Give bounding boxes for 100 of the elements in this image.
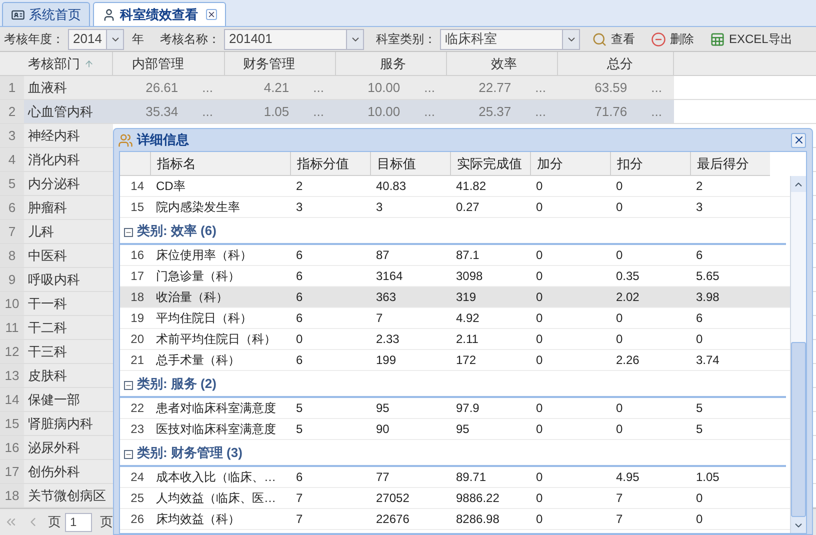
table-cell-text: 6 xyxy=(295,247,304,264)
column-header[interactable]: 指标名 xyxy=(150,152,290,175)
toolbar-button[interactable]: 查看 xyxy=(588,30,639,48)
scroll-thumb[interactable] xyxy=(791,342,806,517)
row-number: 12 xyxy=(0,340,24,363)
column-header[interactable]: 效率 xyxy=(447,52,558,75)
row-number: 6 xyxy=(0,196,24,219)
department-cell[interactable]: 皮肤科 xyxy=(24,364,113,387)
table-cell-text: 0 xyxy=(535,247,544,264)
department-cell[interactable]: 儿科 xyxy=(24,220,113,243)
department-cell[interactable]: 呼吸内科 xyxy=(24,268,113,291)
close-icon xyxy=(792,134,804,146)
table-cell-text: 2.11 xyxy=(455,331,480,348)
column-header[interactable]: 目标值 xyxy=(370,152,450,175)
column-header[interactable]: 财务管理 xyxy=(225,52,336,75)
person-icon xyxy=(102,8,116,22)
column-header[interactable]: 加分 xyxy=(530,152,610,175)
table-cell-text: 院内感染发生率 xyxy=(155,199,241,216)
row-number: 10 xyxy=(0,292,24,315)
users-icon xyxy=(118,132,133,148)
category-select[interactable]: 临床科室 xyxy=(440,28,580,50)
column-header[interactable]: 最后得分 xyxy=(690,152,770,175)
table-cell-text: 3 xyxy=(295,199,304,216)
department-cell[interactable]: 关节微创病区 xyxy=(24,484,113,507)
department-cell[interactable]: 泌尿外科 xyxy=(24,436,113,459)
scrollbar[interactable] xyxy=(790,176,806,533)
department-cell[interactable]: 消化内科 xyxy=(24,148,113,171)
table-cell-text: 87.1 xyxy=(455,247,480,264)
table-cell-text: 10.00 xyxy=(368,102,400,121)
department-cell[interactable]: 肿瘤科 xyxy=(24,196,113,219)
column-header[interactable]: 服务 xyxy=(336,52,447,75)
year-select[interactable]: 2014 xyxy=(68,28,124,50)
table-cell-text: 5.65 xyxy=(695,268,720,285)
tab[interactable]: 系统首页 xyxy=(2,2,90,26)
row-number: 3 xyxy=(0,124,24,147)
table-cell-text: 2.33 xyxy=(375,331,400,348)
table-cell-text: 门急诊量（科） xyxy=(155,268,241,285)
table-cell-text: 3.74 xyxy=(695,352,720,369)
column-header[interactable]: 内部管理 xyxy=(113,52,225,75)
department-cell[interactable]: 肾脏病内科 xyxy=(24,412,113,435)
table-cell-text: 26.61 xyxy=(146,78,178,97)
table-cell-text: 0 xyxy=(615,421,624,438)
column-header[interactable]: 扣分 xyxy=(610,152,690,175)
table-cell-text: 5 xyxy=(295,400,304,417)
row-number: 23 xyxy=(130,421,145,438)
more-link[interactable]: ... xyxy=(424,78,435,98)
table-cell-text: 6 xyxy=(695,247,704,264)
close-icon[interactable] xyxy=(206,9,217,20)
more-link[interactable]: ... xyxy=(313,78,324,98)
collapse-toggle[interactable] xyxy=(124,381,133,390)
row-number: 18 xyxy=(130,289,145,306)
column-header[interactable]: 总分 xyxy=(558,52,674,75)
card-icon xyxy=(11,8,25,22)
department-cell[interactable]: 中医科 xyxy=(24,244,113,267)
column-header[interactable]: 考核部门 xyxy=(24,52,113,75)
collapse-toggle[interactable] xyxy=(124,228,133,237)
table-cell-text: 0 xyxy=(535,352,544,369)
close-button[interactable] xyxy=(791,132,806,148)
spreadsheet-icon xyxy=(710,32,725,46)
minus-icon xyxy=(125,229,132,236)
department-cell[interactable]: 干三科 xyxy=(24,340,113,363)
department-cell[interactable]: 创伤外科 xyxy=(24,460,113,483)
row-number: 2 xyxy=(0,100,24,123)
table-cell-text: 41.82 xyxy=(455,178,488,195)
table-cell-text: 0 xyxy=(695,490,704,507)
table-cell-text: 人均效益（临床、医… xyxy=(155,490,277,507)
table-cell-text: 5 xyxy=(695,400,704,417)
department-cell[interactable]: 干一科 xyxy=(24,292,113,315)
group-header: 类别: 服务 (2) xyxy=(137,374,216,393)
minus-icon xyxy=(125,451,132,458)
collapse-toggle[interactable] xyxy=(124,450,133,459)
table-cell-text: 4.21 xyxy=(264,78,290,97)
more-link[interactable]: ... xyxy=(651,78,662,98)
table-cell-text: 0 xyxy=(535,310,544,327)
table-cell-text: 2 xyxy=(695,178,704,195)
department-cell[interactable]: 血液科 xyxy=(24,76,113,99)
table-cell-text: 7 xyxy=(295,511,304,528)
pager-label: 页 xyxy=(48,513,61,532)
department-cell[interactable]: 干二科 xyxy=(24,316,113,339)
tab[interactable]: 科室绩效查看 xyxy=(93,2,226,26)
table-cell-text: 6 xyxy=(695,310,704,327)
row-number: 9 xyxy=(0,268,24,291)
table-cell-text: 5 xyxy=(695,421,704,438)
toolbar-button[interactable]: 删除 xyxy=(647,30,698,48)
page-input[interactable]: 1 xyxy=(65,512,92,532)
toolbar-button[interactable]: EXCEL导出 xyxy=(706,30,796,48)
column-header[interactable]: 指标分值 xyxy=(290,152,370,175)
column-header[interactable]: 实际完成值 xyxy=(450,152,530,175)
row-number: 7 xyxy=(0,220,24,243)
table-row[interactable]: 18 收治量（科） 6 363 319 0 2.02 3.98 xyxy=(120,287,790,308)
department-cell[interactable]: 内分泌科 xyxy=(24,172,113,195)
department-cell[interactable]: 心血管内科 xyxy=(24,100,113,123)
department-cell[interactable]: 保健一部 xyxy=(24,388,113,411)
row-number: 17 xyxy=(130,268,145,285)
department-cell[interactable]: 神经内科 xyxy=(24,124,113,147)
field-label: 考核年度： xyxy=(4,31,64,48)
more-link[interactable]: ... xyxy=(535,78,546,98)
more-link[interactable]: ... xyxy=(202,78,213,98)
table-cell-text: 40.83 xyxy=(375,178,408,195)
name-select[interactable]: 201401 xyxy=(224,28,364,50)
